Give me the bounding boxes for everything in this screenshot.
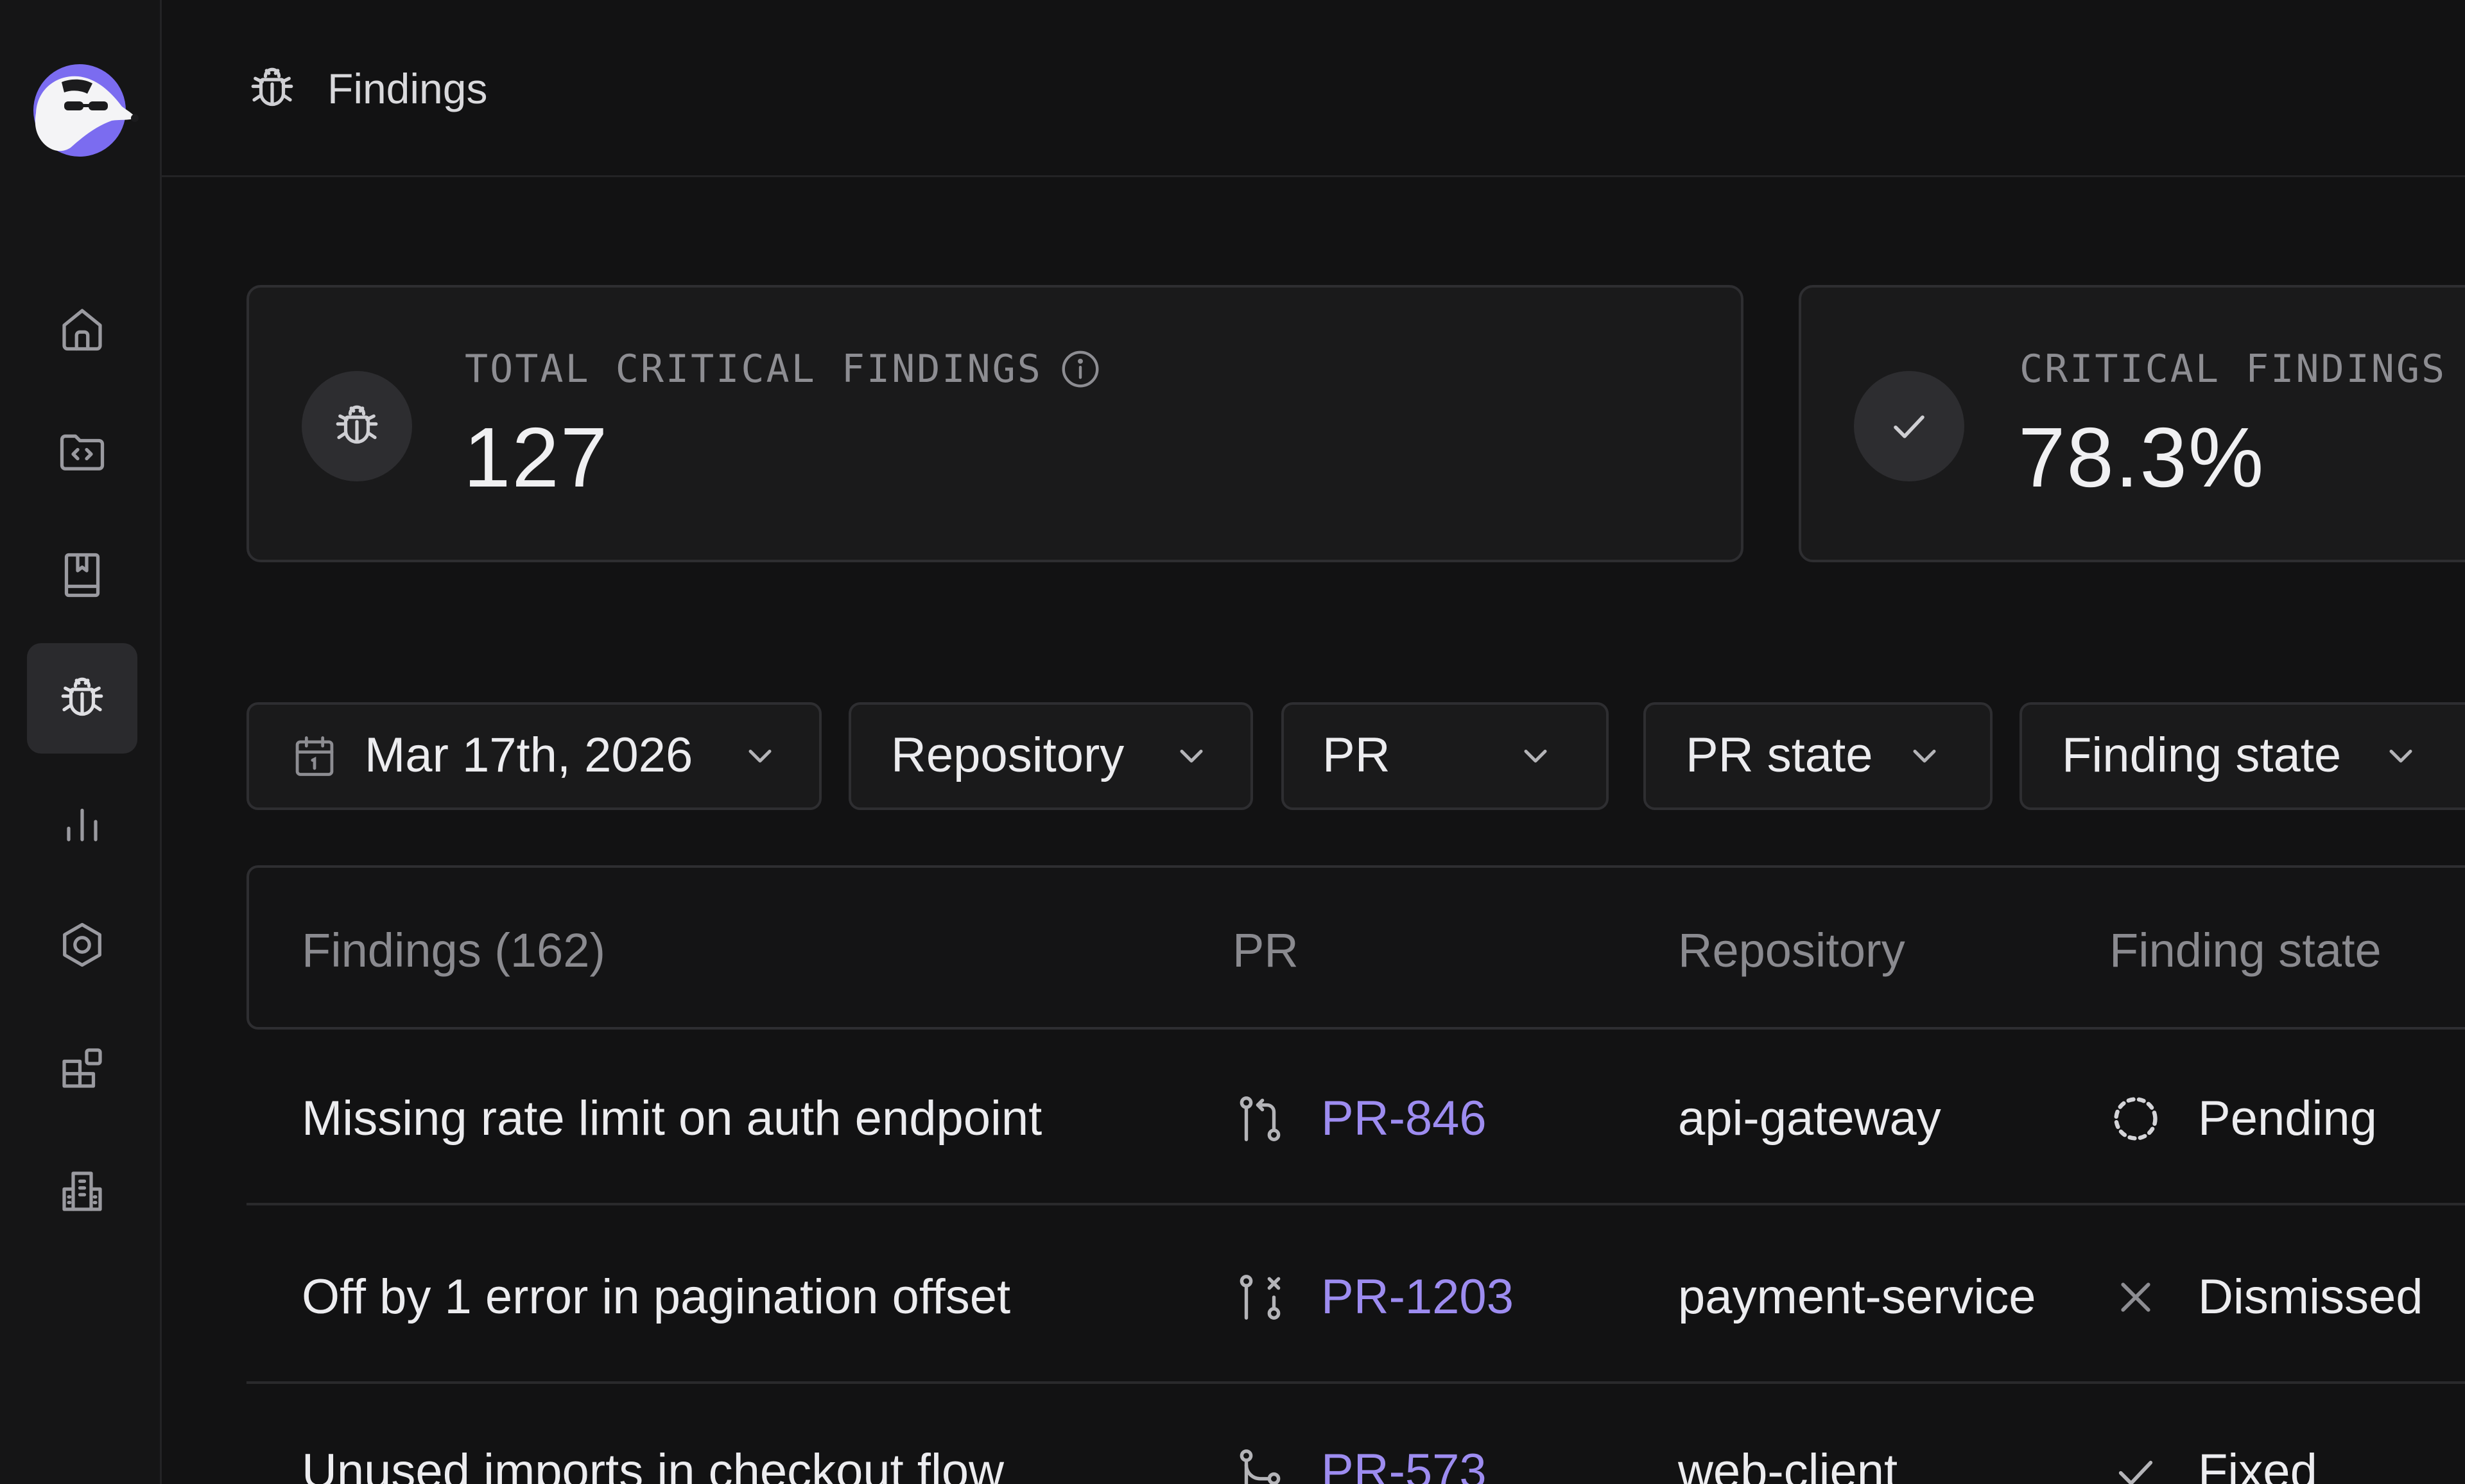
chevron-down-icon (748, 750, 772, 763)
date-filter[interactable]: Mar 17th, 2026 (246, 702, 822, 810)
sidebar-item-analytics[interactable] (27, 766, 137, 877)
column-header-repository[interactable]: Repository (1678, 922, 1905, 979)
pr-state-filter-label: PR state (1686, 728, 1873, 782)
repository-filter[interactable]: Repository (849, 702, 1253, 810)
sidebar-item-findings[interactable] (27, 643, 137, 754)
calendar-icon (295, 736, 334, 776)
stat-label-text: TOTAL CRITICAL FINDINGS (465, 347, 1042, 392)
blocks-icon (62, 1048, 102, 1088)
row-divider (246, 1203, 2465, 1205)
check-icon (2118, 1460, 2153, 1484)
page-title: Findings (327, 65, 488, 112)
pr-link[interactable]: PR-573 (1321, 1443, 1487, 1484)
finding-state: Pending (2198, 1091, 2377, 1146)
stat-card-total-critical: TOTAL CRITICAL FINDINGS 127 (246, 285, 1743, 562)
building-icon (62, 1171, 102, 1211)
stat-label: CRITICAL FINDINGS (2020, 347, 2446, 392)
repository-name: payment-service (1678, 1270, 2036, 1324)
date-filter-label: Mar 17th, 2026 (365, 728, 693, 782)
repository-name: api-gateway (1678, 1091, 1941, 1146)
sidebar-item-repositories[interactable] (27, 397, 137, 507)
finding-title[interactable]: Missing rate limit on auth endpoint (302, 1090, 1042, 1148)
pr-state-filter[interactable]: PR state (1643, 702, 1993, 810)
finding-title[interactable]: Unused imports in checkout flow (302, 1443, 1004, 1484)
sidebar-item-integrations[interactable] (27, 1013, 137, 1123)
sidebar-item-organization[interactable] (27, 1136, 137, 1247)
pr-filter-label: PR (1322, 728, 1390, 782)
chevron-down-icon (2389, 750, 2412, 763)
x-icon (2121, 1282, 2150, 1312)
column-header-finding-state[interactable]: Finding state (2109, 922, 2382, 979)
code-folder-icon (60, 434, 105, 470)
brand-logo[interactable] (26, 59, 139, 162)
stat-label: TOTAL CRITICAL FINDINGS (465, 347, 1103, 392)
check-icon (1894, 415, 1924, 438)
stat-icon-badge (302, 371, 412, 481)
pull-request-merged-icon (1240, 1449, 1281, 1484)
app-root: Findings TOTAL CRITICAL FINDINGS 127 CRI… (0, 0, 2465, 1484)
bug-icon (61, 677, 103, 716)
bug-icon (251, 67, 293, 107)
stat-label-text: CRITICAL FINDINGS (2020, 347, 2447, 392)
pending-dashed-circle-icon (2114, 1097, 2158, 1141)
chevron-down-icon (1913, 750, 1936, 763)
book-icon (64, 553, 100, 598)
pull-request-open-icon (1240, 1096, 1281, 1141)
pull-request-closed-icon (1240, 1275, 1281, 1320)
repository-name: web-client (1678, 1444, 1898, 1484)
bug-icon (336, 405, 378, 444)
sidebar-item-settings[interactable] (27, 890, 137, 1000)
pr-link[interactable]: PR-846 (1321, 1090, 1487, 1148)
pr-filter[interactable]: PR (1281, 702, 1609, 810)
finding-state: Fixed (2198, 1444, 2317, 1484)
home-icon (62, 309, 102, 351)
chevron-down-icon (1180, 750, 1203, 763)
column-header-findings[interactable]: Findings (162) (302, 922, 605, 979)
stat-icon-badge (1854, 371, 1964, 481)
finding-state-filter-label: Finding state (2062, 728, 2342, 782)
bar-chart-icon (67, 808, 98, 841)
stat-value: 78.3% (2018, 410, 2265, 505)
hexagon-settings-icon (63, 922, 101, 967)
info-icon[interactable] (1058, 347, 1103, 392)
chevron-down-icon (1524, 750, 1547, 763)
column-header-pr[interactable]: PR (1232, 922, 1299, 979)
pr-link[interactable]: PR-1203 (1321, 1268, 1514, 1326)
finding-title[interactable]: Off by 1 error in pagination offset (302, 1268, 1010, 1326)
finding-state-filter[interactable]: Finding state (2020, 702, 2465, 810)
sidebar-item-docs[interactable] (27, 520, 137, 630)
repository-filter-label: Repository (891, 728, 1125, 782)
finding-state: Dismissed (2198, 1270, 2423, 1324)
row-divider (246, 1381, 2465, 1384)
stat-card-critical-rate: CRITICAL FINDINGS 78.3% (1799, 285, 2465, 562)
sidebar (0, 0, 162, 1484)
sidebar-item-home[interactable] (27, 273, 137, 384)
stat-value: 127 (463, 410, 609, 505)
top-header: Findings (162, 0, 2465, 177)
